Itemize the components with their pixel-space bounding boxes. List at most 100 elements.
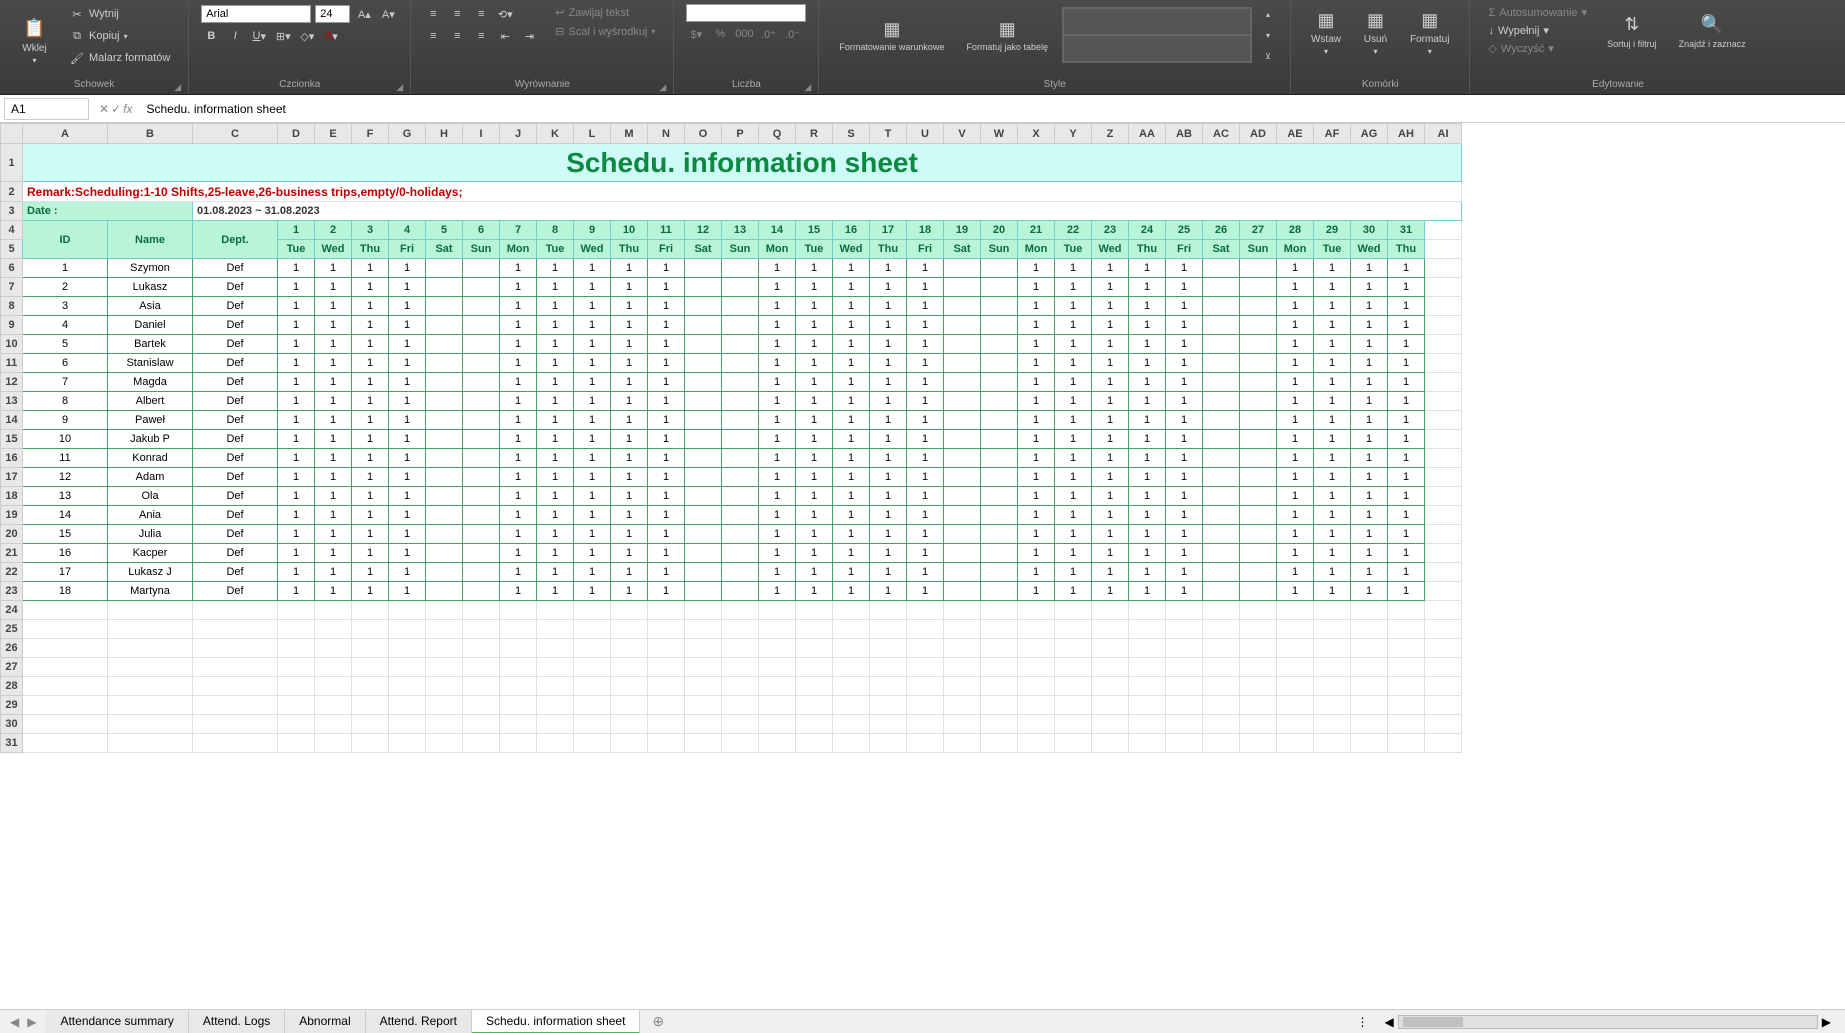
cell-shift[interactable] (944, 316, 981, 335)
cell-shift[interactable] (1240, 525, 1277, 544)
header-day-name[interactable]: Tue (796, 240, 833, 259)
cell-shift[interactable]: 1 (1092, 297, 1129, 316)
cell-shift[interactable]: 1 (833, 411, 870, 430)
cell-shift[interactable]: 1 (1166, 506, 1203, 525)
cell-name[interactable]: Daniel (108, 316, 193, 335)
cell-name[interactable]: Szymon (108, 259, 193, 278)
cell-shift[interactable]: 1 (278, 430, 315, 449)
empty-cell[interactable] (315, 620, 352, 639)
cell-shift[interactable]: 1 (1388, 278, 1425, 297)
header-day-name[interactable]: Wed (574, 240, 611, 259)
find-select-button[interactable]: 🔍 Znajdź i zaznacz (1671, 4, 1754, 57)
empty-cell[interactable] (1388, 715, 1425, 734)
cell-shift[interactable]: 1 (500, 259, 537, 278)
cell-shift[interactable]: 1 (870, 506, 907, 525)
cell-shift[interactable] (463, 297, 500, 316)
column-header[interactable]: H (426, 124, 463, 144)
cell-styles-gallery[interactable] (1062, 7, 1252, 63)
cell-shift[interactable]: 1 (1314, 563, 1351, 582)
header-day-name[interactable]: Sun (722, 240, 759, 259)
cell-shift[interactable]: 1 (1351, 487, 1388, 506)
empty-cell[interactable] (1055, 639, 1092, 658)
cell-shift[interactable]: 1 (1129, 335, 1166, 354)
empty-cell[interactable] (1203, 734, 1240, 753)
spreadsheet-grid[interactable]: ABCDEFGHIJKLMNOPQRSTUVWXYZAAABACADAEAFAG… (0, 123, 1845, 1011)
header-day-num[interactable]: 4 (389, 221, 426, 240)
empty-cell[interactable] (193, 639, 278, 658)
empty-cell[interactable] (1388, 677, 1425, 696)
empty-cell[interactable] (870, 620, 907, 639)
cell-shift[interactable] (1240, 468, 1277, 487)
empty-cell[interactable] (193, 734, 278, 753)
cell-shift[interactable]: 1 (315, 411, 352, 430)
cell-shift[interactable] (1203, 335, 1240, 354)
cell-shift[interactable]: 1 (907, 563, 944, 582)
cell-shift[interactable]: 1 (648, 525, 685, 544)
empty-cell[interactable] (759, 677, 796, 696)
column-header[interactable]: AD (1240, 124, 1277, 144)
cell-shift[interactable]: 1 (1277, 335, 1314, 354)
cell-shift[interactable]: 1 (1277, 278, 1314, 297)
cell-shift[interactable]: 1 (315, 582, 352, 601)
empty-cell[interactable] (1314, 734, 1351, 753)
row-header[interactable]: 29 (1, 696, 23, 715)
row-header[interactable]: 1 (1, 144, 23, 182)
cell-shift[interactable]: 1 (1388, 525, 1425, 544)
cell-shift[interactable]: 1 (611, 563, 648, 582)
cell-shift[interactable] (426, 430, 463, 449)
header-day-num[interactable]: 17 (870, 221, 907, 240)
cell-shift[interactable] (685, 316, 722, 335)
column-header[interactable]: Z (1092, 124, 1129, 144)
empty-cell[interactable] (796, 620, 833, 639)
empty-cell[interactable] (796, 639, 833, 658)
cell-shift[interactable]: 1 (1055, 506, 1092, 525)
cell-shift[interactable] (944, 525, 981, 544)
empty-cell[interactable] (500, 677, 537, 696)
cell-shift[interactable] (981, 392, 1018, 411)
cell-name[interactable]: Asia (108, 297, 193, 316)
empty-cell[interactable] (833, 677, 870, 696)
cell-shift[interactable]: 1 (1055, 525, 1092, 544)
cell-shift[interactable]: 1 (796, 544, 833, 563)
cell-shift[interactable] (463, 259, 500, 278)
cell-shift[interactable]: 1 (611, 392, 648, 411)
cell-shift[interactable]: 1 (278, 316, 315, 335)
cell-id[interactable]: 15 (23, 525, 108, 544)
cell-shift[interactable]: 1 (611, 506, 648, 525)
cell-shift[interactable]: 1 (1277, 430, 1314, 449)
cell-shift[interactable] (981, 278, 1018, 297)
empty-cell[interactable] (1425, 506, 1462, 525)
cell-shift[interactable]: 1 (833, 468, 870, 487)
cell-shift[interactable]: 1 (537, 430, 574, 449)
empty-cell[interactable] (1092, 639, 1129, 658)
cell-dept[interactable]: Def (193, 563, 278, 582)
empty-cell[interactable] (648, 715, 685, 734)
column-header[interactable]: T (870, 124, 907, 144)
cell-shift[interactable] (426, 563, 463, 582)
cell-shift[interactable]: 1 (389, 468, 426, 487)
cell-shift[interactable]: 1 (759, 335, 796, 354)
cell-name[interactable]: Bartek (108, 335, 193, 354)
header-day-num[interactable]: 18 (907, 221, 944, 240)
cell-shift[interactable]: 1 (796, 487, 833, 506)
cell-shift[interactable]: 1 (1018, 392, 1055, 411)
header-day-num[interactable]: 8 (537, 221, 574, 240)
cell-shift[interactable] (944, 449, 981, 468)
cell-shift[interactable] (1203, 297, 1240, 316)
empty-cell[interactable] (1425, 221, 1462, 240)
cell-shift[interactable]: 1 (1388, 354, 1425, 373)
header-day-name[interactable]: Thu (352, 240, 389, 259)
empty-cell[interactable] (1425, 411, 1462, 430)
cell-shift[interactable]: 1 (278, 278, 315, 297)
empty-cell[interactable] (685, 696, 722, 715)
cell-shift[interactable]: 1 (1055, 430, 1092, 449)
cell-shift[interactable]: 1 (1018, 430, 1055, 449)
empty-cell[interactable] (537, 715, 574, 734)
empty-cell[interactable] (537, 658, 574, 677)
cell-shift[interactable]: 1 (1277, 373, 1314, 392)
cell-shift[interactable] (722, 430, 759, 449)
cell-name[interactable]: Kacper (108, 544, 193, 563)
cell-shift[interactable]: 1 (1018, 316, 1055, 335)
cell-name[interactable]: Adam (108, 468, 193, 487)
cell-shift[interactable]: 1 (389, 278, 426, 297)
